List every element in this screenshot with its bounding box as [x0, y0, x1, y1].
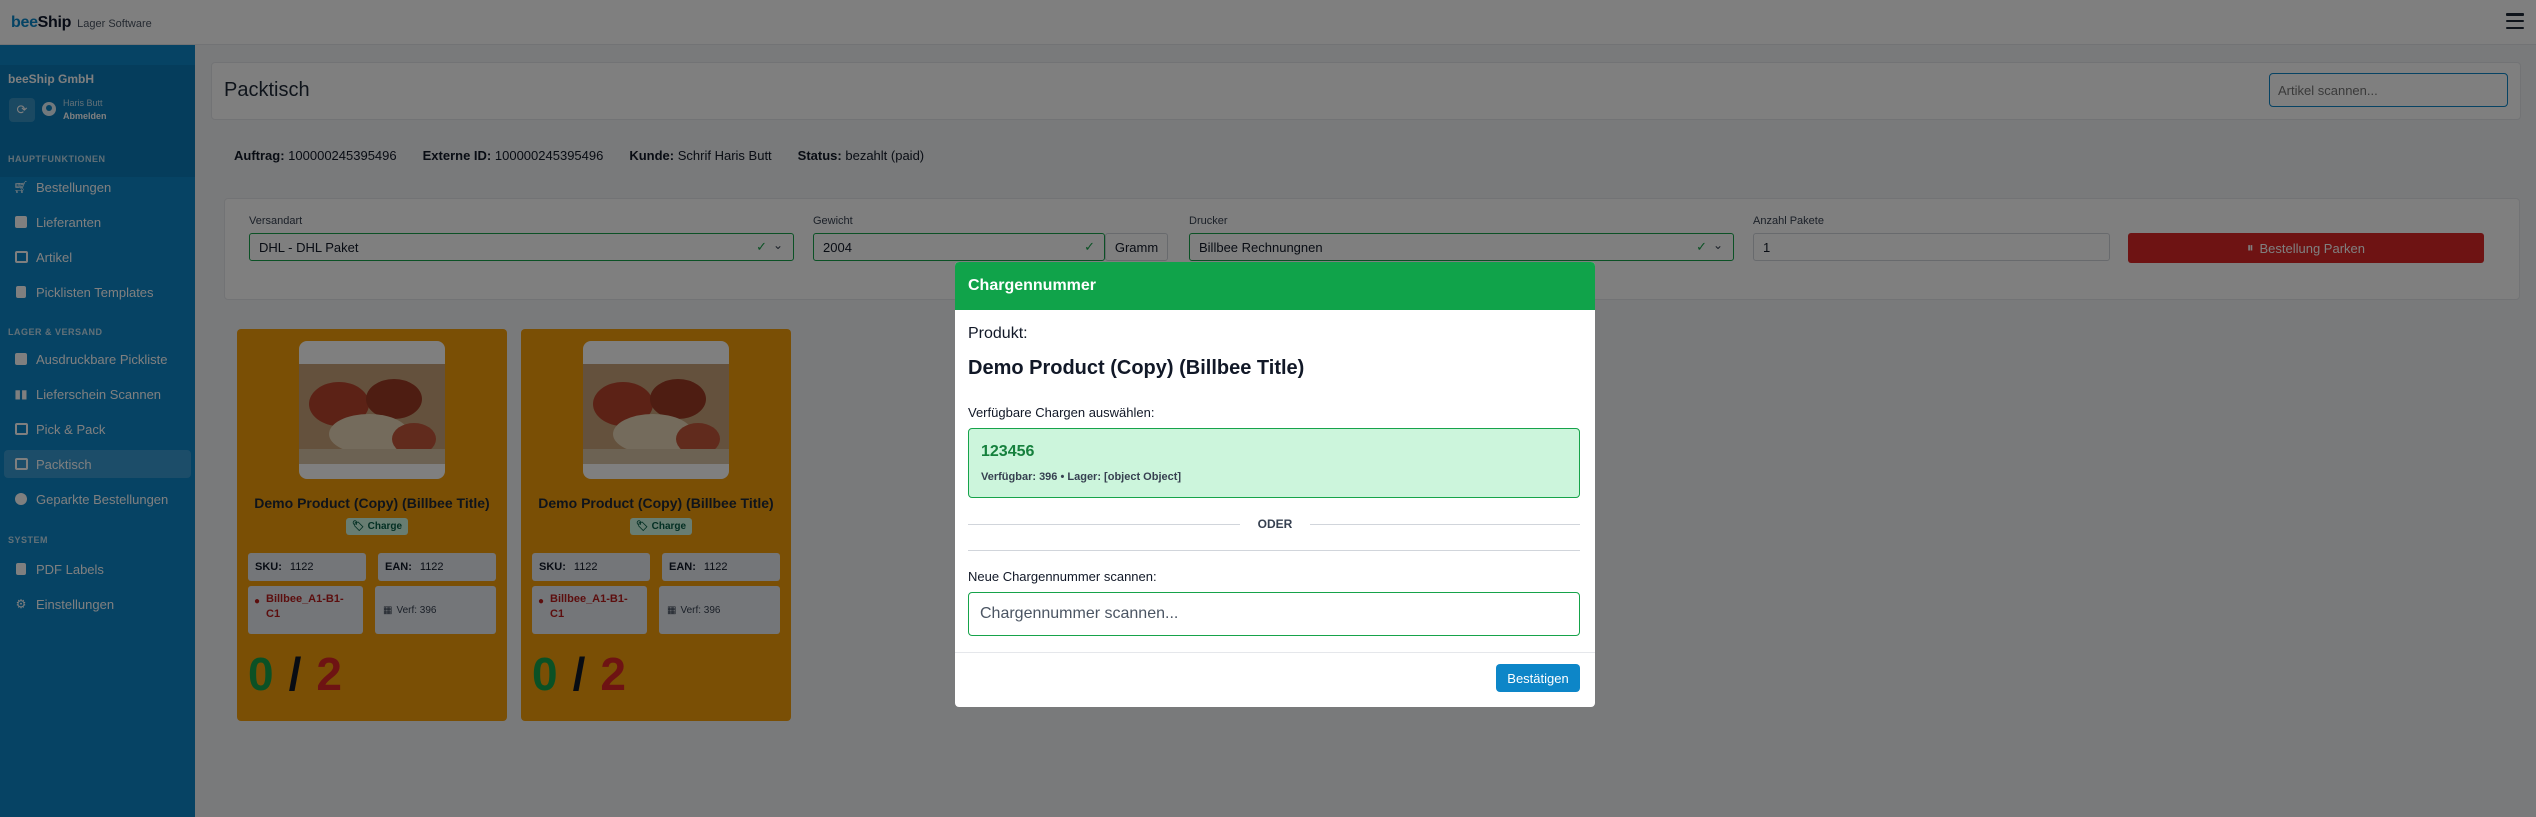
- batch-scan-input[interactable]: [968, 592, 1580, 636]
- product-label: Produkt:: [968, 325, 1028, 342]
- modal-title: Chargennummer: [955, 262, 1595, 310]
- available-batches-label: Verfügbare Chargen auswählen:: [968, 405, 1155, 420]
- or-separator: ODER: [1257, 517, 1293, 531]
- batch-option[interactable]: 123456 Verfügbar: 396 • Lager: [object O…: [968, 428, 1580, 498]
- divider: [968, 550, 1580, 551]
- new-batch-label: Neue Chargennummer scannen:: [968, 569, 1157, 584]
- batch-meta: Verfügbar: 396 • Lager: [object Object]: [981, 471, 1182, 483]
- batch-number: 123456: [981, 443, 1035, 460]
- divider: [1310, 524, 1580, 525]
- batch-number-modal: Chargennummer Produkt: Demo Product (Cop…: [955, 262, 1595, 707]
- divider: [968, 524, 1240, 525]
- divider: [955, 652, 1595, 653]
- confirm-button[interactable]: Bestätigen: [1496, 664, 1580, 692]
- product-name: Demo Product (Copy) (Billbee Title): [968, 357, 1305, 379]
